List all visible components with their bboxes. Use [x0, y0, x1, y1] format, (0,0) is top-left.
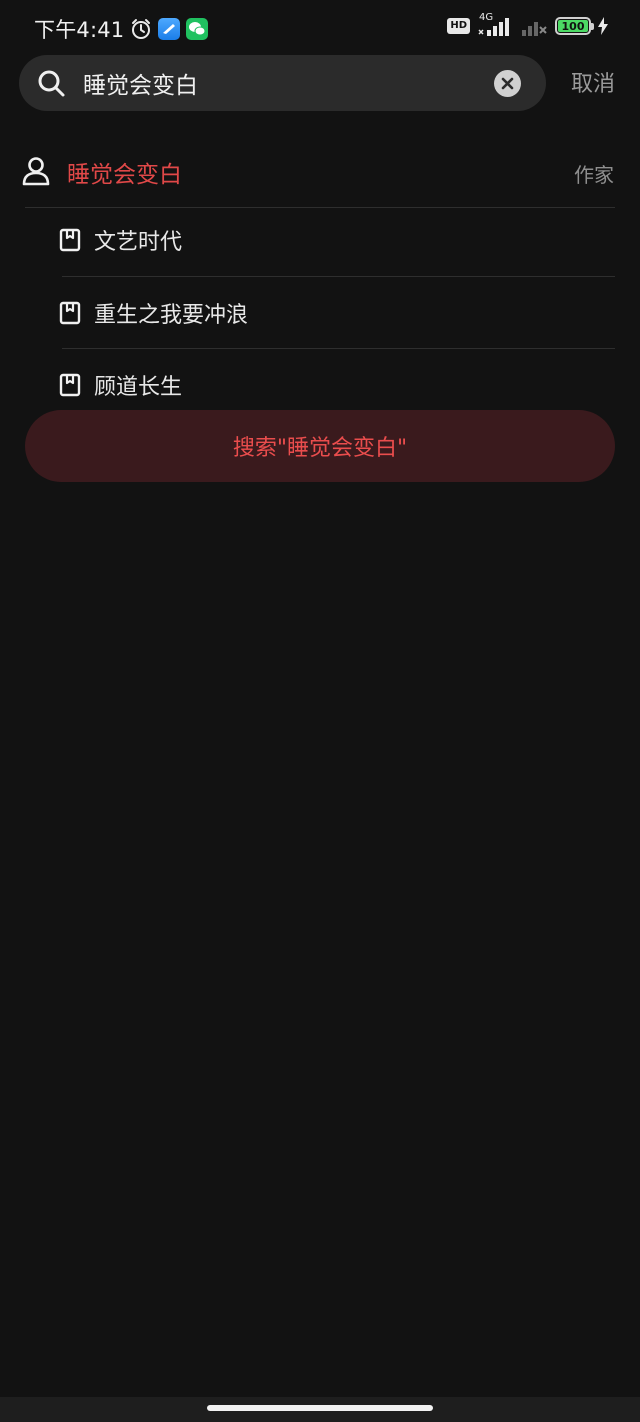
book-icon: [59, 301, 81, 325]
book-suggestion-item[interactable]: 重生之我要冲浪: [0, 280, 640, 350]
search-query-button[interactable]: 搜索"睡觉会变白": [25, 410, 615, 482]
home-indicator[interactable]: [207, 1405, 433, 1411]
charging-icon: [598, 17, 608, 35]
book-title: 文艺时代: [94, 230, 183, 255]
user-icon: [22, 157, 50, 186]
cancel-button[interactable]: 取消: [571, 66, 615, 98]
status-left: 下午4:41: [34, 14, 209, 44]
author-result-row[interactable]: 睡觉会变白 作家: [0, 138, 640, 206]
book-icon: [59, 373, 81, 397]
author-tag: 作家: [574, 163, 614, 187]
search-icon: [38, 70, 65, 97]
book-icon: [59, 228, 81, 252]
status-right: HD 4G 100: [447, 12, 608, 36]
hd-badge: HD: [447, 18, 470, 34]
divider: [62, 276, 615, 277]
alarm-icon: [132, 19, 151, 39]
app-notification-icon: [158, 18, 181, 40]
divider: [62, 348, 615, 349]
clear-search-icon[interactable]: [494, 70, 521, 97]
search-bar[interactable]: [19, 55, 546, 111]
status-time: 下午4:41: [34, 18, 125, 42]
book-title: 顾道长生: [94, 375, 183, 400]
status-bar: 下午4:41 HD 4G 100: [0, 0, 640, 52]
signal-4g-icon: 4G: [477, 12, 513, 36]
battery-icon: 100: [555, 17, 594, 35]
wechat-icon: [186, 18, 209, 40]
book-title: 重生之我要冲浪: [94, 303, 249, 328]
battery-level: 100: [558, 20, 588, 33]
author-name: 睡觉会变白: [67, 162, 182, 188]
book-suggestion-item[interactable]: 文艺时代: [0, 207, 640, 277]
search-input[interactable]: [83, 63, 483, 103]
search-screen: 下午4:41 HD 4G 100 睡觉会变白 取消 睡觉会变白 作家 文艺时代 …: [0, 0, 640, 1422]
signal-no-service-icon: [522, 22, 547, 36]
navigation-bar: [0, 1397, 640, 1422]
